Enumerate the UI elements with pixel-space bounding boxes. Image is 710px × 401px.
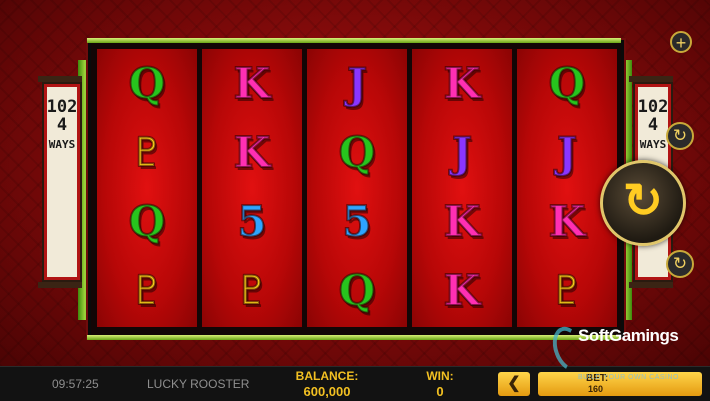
reel-2: K K 5 ♇ [202,49,302,327]
balance-value: 600,000 [303,384,351,399]
bet-decrease-button[interactable]: ❮ [498,372,530,396]
game-name: LUCKY ROOSTER [147,377,250,391]
symbol-roof-icon: ♇ [548,266,586,315]
symbol-q: Q [338,127,377,178]
symbol-k: K [443,58,482,109]
symbol-q: Q [548,58,587,109]
ways-number: 1024 [637,97,669,135]
reel-frame: Q ♇ Q ♇ K K 5 ♇ J Q 5 Q K J K K Q J K ♇ [87,38,624,340]
turbo-icon[interactable]: ↻ [666,250,694,278]
symbol-q: Q [338,265,377,316]
left-ways-scroll: 1024 WAYS [38,76,82,288]
symbol-q: Q [128,58,167,109]
symbol-q: Q [128,196,167,247]
scroll-rod [38,282,82,288]
reel-1: Q ♇ Q ♇ [97,49,197,327]
balance-label: BALANCE: [295,369,359,383]
symbol-j: J [346,58,368,109]
symbol-5: 5 [341,196,372,247]
symbol-roof-icon: ♇ [233,266,271,315]
symbol-k: K [443,265,482,316]
symbol-roof-icon: ♇ [128,128,166,177]
ways-label: WAYS [48,138,76,151]
right-ways-text: 1024 WAYS [635,98,671,151]
clock: 09:57:25 [52,377,99,391]
symbol-5: 5 [236,196,267,247]
game-stage: 1024 WAYS 1024 WAYS Q ♇ Q ♇ K K 5 ♇ J Q 5 Q K J K K Q J K ♇… [0,0,710,366]
reel-3: JQ5Q [307,49,407,327]
symbol-j: J [451,127,473,178]
frame-top-bar [87,38,621,43]
frame-bottom-bar [87,335,621,340]
scroll-rod [629,76,673,82]
win-value: 0 [436,384,444,399]
scroll-rod [38,76,82,82]
symbol-k: K [233,127,272,178]
ways-number: 1024 [46,97,78,135]
scroll-rod [629,282,673,288]
win-label: WIN: [426,369,454,383]
symbol-k: K [443,196,482,247]
left-ways-text: 1024 WAYS [44,98,80,151]
symbol-roof-icon: ♇ [128,266,166,315]
spin-button[interactable]: ↻ [600,160,686,246]
watermark-tagline: BUILD YOUR OWN CASINO [578,374,679,381]
softgamings-watermark: SoftGamings BUILD YOUR OWN CASINO [547,322,710,386]
autoplay-icon[interactable]: ↻ [666,122,694,150]
watermark-brand: SoftGamings [578,326,679,345]
plus-icon[interactable]: + [670,31,692,53]
symbol-j: J [556,127,578,178]
symbol-k: K [233,58,272,109]
reel-4: KJKK [412,49,512,327]
